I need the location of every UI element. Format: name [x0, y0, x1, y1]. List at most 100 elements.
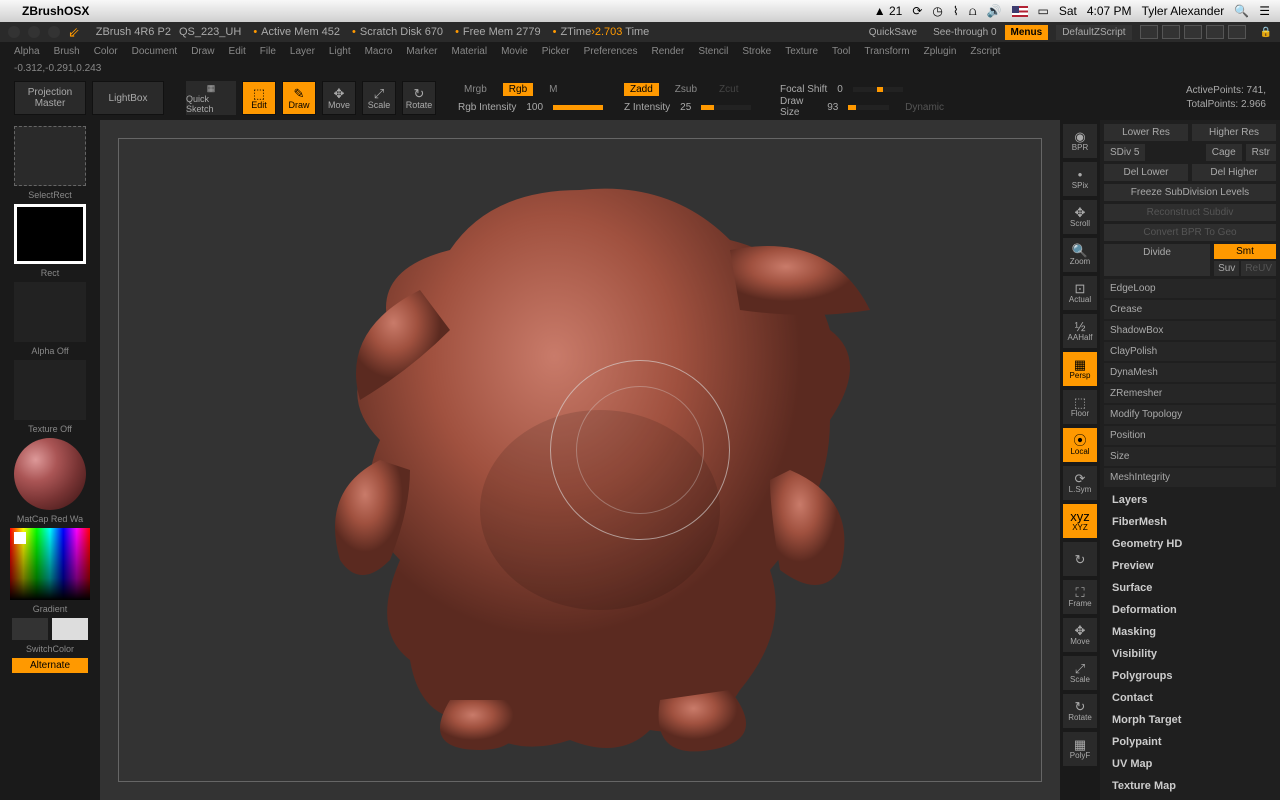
zsub-chip[interactable]: Zsub — [669, 83, 703, 96]
material-ball[interactable] — [14, 438, 86, 510]
rtool-bpr[interactable]: ◉BPR — [1063, 124, 1097, 158]
cat-layers[interactable]: Layers — [1104, 489, 1276, 511]
panel-dynamesh[interactable]: DynaMesh — [1104, 363, 1276, 382]
menu-transform[interactable]: Transform — [864, 46, 909, 57]
default-zscript-button[interactable]: DefaultZScript — [1056, 25, 1131, 40]
adobe-icon[interactable]: ▲ 21 — [874, 4, 903, 18]
spotlight-icon[interactable]: 🔍 — [1234, 4, 1249, 18]
menus-button[interactable]: Menus — [1005, 25, 1049, 40]
smt-button[interactable]: Smt — [1214, 244, 1276, 259]
rtool-icon-11[interactable]: ↻ — [1063, 542, 1097, 576]
layout-icon-2[interactable] — [1162, 25, 1180, 39]
menu-color[interactable]: Color — [94, 46, 118, 57]
layout-icon-1[interactable] — [1140, 25, 1158, 39]
del-lower-button[interactable]: Del Lower — [1104, 164, 1188, 181]
focal-value[interactable]: 0 — [837, 84, 843, 95]
menu-material[interactable]: Material — [452, 46, 488, 57]
alternate-button[interactable]: Alternate — [12, 658, 88, 673]
menu-texture[interactable]: Texture — [785, 46, 818, 57]
rotate-button[interactable]: ↻Rotate — [402, 81, 436, 115]
panel-shadowbox[interactable]: ShadowBox — [1104, 321, 1276, 340]
layout-icon-5[interactable] — [1228, 25, 1246, 39]
date[interactable]: Sat — [1059, 4, 1077, 18]
menu-light[interactable]: Light — [329, 46, 351, 57]
swatch-1[interactable] — [12, 618, 48, 640]
rtool-actual[interactable]: ⊡Actual — [1063, 276, 1097, 310]
z-intensity-slider[interactable] — [701, 105, 751, 110]
list-icon[interactable]: ☰ — [1259, 4, 1270, 18]
cat-visibility[interactable]: Visibility — [1104, 643, 1276, 665]
swatch-2[interactable] — [52, 618, 88, 640]
cat-fibermesh[interactable]: FiberMesh — [1104, 511, 1276, 533]
drawsize-value[interactable]: 93 — [827, 102, 838, 113]
lower-res-button[interactable]: Lower Res — [1104, 124, 1188, 141]
cat-preview[interactable]: Preview — [1104, 555, 1276, 577]
menu-marker[interactable]: Marker — [406, 46, 437, 57]
move-button[interactable]: ✥Move — [322, 81, 356, 115]
rtool-scale[interactable]: ⤢Scale — [1063, 656, 1097, 690]
clock-icon[interactable]: ◷ — [932, 4, 942, 18]
menu-draw[interactable]: Draw — [191, 46, 214, 57]
alpha-thumb[interactable] — [14, 282, 86, 342]
zadd-chip[interactable]: Zadd — [624, 83, 659, 96]
cage-button[interactable]: Cage — [1206, 144, 1242, 161]
window-min[interactable] — [28, 26, 40, 38]
layout-icon-4[interactable] — [1206, 25, 1224, 39]
app-name[interactable]: ZBrushOSX — [22, 4, 89, 18]
wifi-icon[interactable]: ⩍ — [969, 4, 977, 19]
higher-res-button[interactable]: Higher Res — [1192, 124, 1276, 141]
menu-preferences[interactable]: Preferences — [584, 46, 638, 57]
cat-surface[interactable]: Surface — [1104, 577, 1276, 599]
panel-meshintegrity[interactable]: MeshIntegrity — [1104, 468, 1276, 487]
scale-button[interactable]: ⤢Scale — [362, 81, 396, 115]
cat-contact[interactable]: Contact — [1104, 687, 1276, 709]
cat-geometry-hd[interactable]: Geometry HD — [1104, 533, 1276, 555]
rect-thumb[interactable] — [14, 204, 86, 264]
rtool-xyz[interactable]: xyzXYZ — [1063, 504, 1097, 538]
cat-morph-target[interactable]: Morph Target — [1104, 709, 1276, 731]
panel-position[interactable]: Position — [1104, 426, 1276, 445]
mrgb-chip[interactable]: Mrgb — [458, 83, 493, 96]
cat-uv-map[interactable]: UV Map — [1104, 753, 1276, 775]
volume-icon[interactable]: 🔊 — [987, 4, 1002, 18]
menu-tool[interactable]: Tool — [832, 46, 850, 57]
reconstruct-button[interactable]: Reconstruct Subdiv — [1104, 204, 1276, 221]
z-intensity-value[interactable]: 25 — [680, 102, 691, 113]
canvas[interactable] — [100, 120, 1060, 800]
menu-layer[interactable]: Layer — [290, 46, 315, 57]
window-max[interactable] — [48, 26, 60, 38]
menu-zplugin[interactable]: Zplugin — [924, 46, 957, 57]
draw-button[interactable]: ✎Draw — [282, 81, 316, 115]
menu-movie[interactable]: Movie — [501, 46, 528, 57]
edit-button[interactable]: ⬚Edit — [242, 81, 276, 115]
time[interactable]: 4:07 PM — [1087, 4, 1132, 18]
layout-icon-3[interactable] — [1184, 25, 1202, 39]
sdiv-label[interactable]: SDiv 5 — [1104, 144, 1145, 161]
cat-texture-map[interactable]: Texture Map — [1104, 775, 1276, 797]
gradient-label[interactable]: Gradient — [33, 604, 68, 614]
rtool-scroll[interactable]: ✥Scroll — [1063, 200, 1097, 234]
menu-document[interactable]: Document — [132, 46, 178, 57]
user-name[interactable]: Tyler Alexander — [1142, 4, 1225, 18]
suv-button[interactable]: Suv — [1214, 261, 1239, 276]
panel-modify-topology[interactable]: Modify Topology — [1104, 405, 1276, 424]
battery-icon[interactable]: ▭ — [1038, 4, 1049, 18]
rtool-spix[interactable]: •SPix — [1063, 162, 1097, 196]
sync-icon[interactable]: ⟳ — [912, 4, 922, 18]
divide-button[interactable]: Divide — [1104, 244, 1210, 276]
m-chip[interactable]: M — [543, 83, 563, 96]
quick-sketch-button[interactable]: ▦Quick Sketch — [186, 81, 236, 115]
menu-edit[interactable]: Edit — [229, 46, 246, 57]
bluetooth-icon[interactable]: ⌇ — [953, 4, 959, 18]
cat-polygroups[interactable]: Polygroups — [1104, 665, 1276, 687]
rgb-chip[interactable]: Rgb — [503, 83, 533, 96]
menu-brush[interactable]: Brush — [54, 46, 80, 57]
model-view[interactable] — [270, 160, 890, 760]
focal-slider[interactable] — [853, 87, 903, 92]
freeze-subdiv-button[interactable]: Freeze SubDivision Levels — [1104, 184, 1276, 201]
rtool-local[interactable]: ⦿Local — [1063, 428, 1097, 462]
panel-zremesher[interactable]: ZRemesher — [1104, 384, 1276, 403]
dynamic-chip[interactable]: Dynamic — [899, 101, 950, 114]
menu-picker[interactable]: Picker — [542, 46, 570, 57]
reuv-button[interactable]: ReUV — [1241, 261, 1276, 276]
